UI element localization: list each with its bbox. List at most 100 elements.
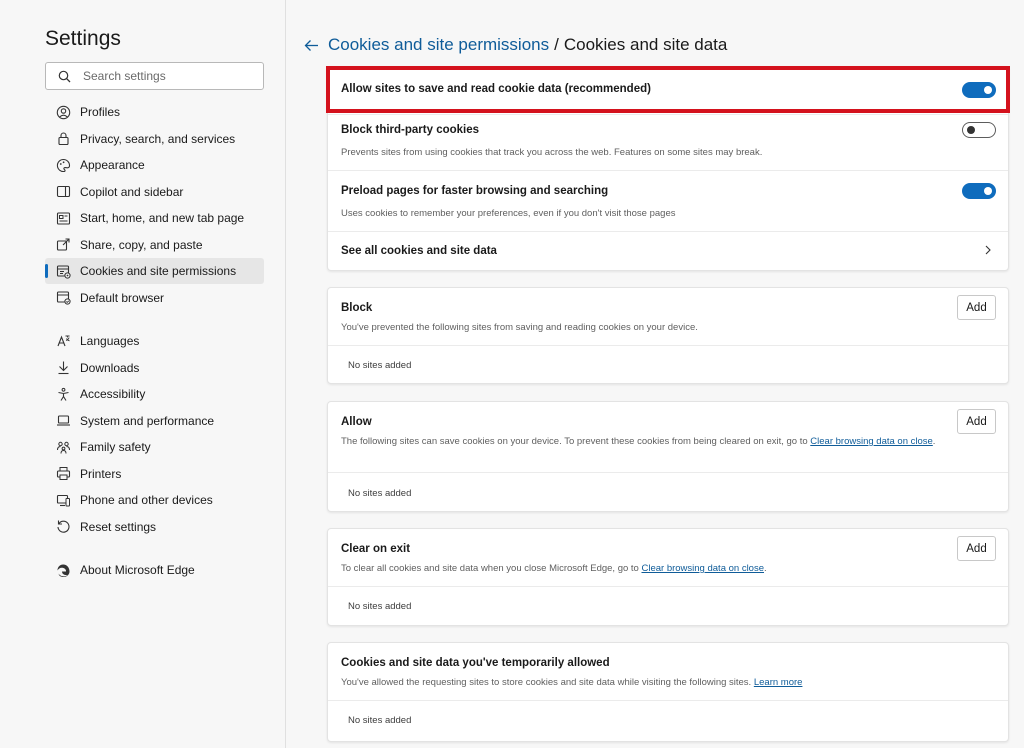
sidebar-item-appearance[interactable]: Appearance <box>45 152 264 178</box>
sidebar-item-label: Default browser <box>80 290 165 305</box>
browser-icon <box>55 290 71 306</box>
block-third-party-description: Prevents sites from using cookies that t… <box>341 147 763 158</box>
clear-on-exit-empty-text: No sites added <box>348 601 412 612</box>
accessibility-icon <box>55 386 71 402</box>
sidebar-item-printers[interactable]: Printers <box>45 461 264 487</box>
allow-description: The following sites can save cookies on … <box>341 435 941 448</box>
allow-description-suffix: . <box>932 436 936 447</box>
lock-icon <box>55 131 71 147</box>
sidebar-item-label: Languages <box>80 334 140 348</box>
divider <box>328 472 1008 473</box>
sidebar-item-label: Family safety <box>80 440 151 454</box>
sidebar-item-downloads[interactable]: Downloads <box>45 355 264 381</box>
sidebar-item-label: Share, copy, and paste <box>80 237 203 252</box>
sidebar-item-label: Accessibility <box>80 387 146 401</box>
clear-on-exit-add-button[interactable]: Add <box>957 536 996 561</box>
sidebar-item-default-browser[interactable]: Default browser <box>45 285 264 311</box>
sidebar-item-privacy[interactable]: Privacy, search, and services <box>45 126 264 152</box>
back-button[interactable] <box>301 35 321 55</box>
sidebar-title: Settings <box>45 27 121 50</box>
allow-cookies-toggle[interactable] <box>962 82 996 98</box>
sidebar-item-label: Copilot and sidebar <box>80 184 184 199</box>
allow-cookies-row: Allow sites to save and read cookie data… <box>328 67 1008 114</box>
sidebar-item-reset[interactable]: Reset settings <box>45 514 264 540</box>
sidebar-item-label: Downloads <box>80 360 140 375</box>
divider <box>328 586 1008 587</box>
sidebar-item-label: Printers <box>80 466 122 481</box>
sidebar-item-share[interactable]: Share, copy, and paste <box>45 232 264 258</box>
page-title: Cookies and site data <box>563 35 728 54</box>
sidebar-icon <box>55 184 71 200</box>
preload-row: Preload pages for faster browsing and se… <box>328 171 1008 231</box>
allow-card: Allow The following sites can save cooki… <box>327 401 1009 512</box>
search-input[interactable] <box>83 69 253 83</box>
sidebar-item-system[interactable]: System and performance <box>45 408 264 434</box>
learn-more-link[interactable]: Learn more <box>754 677 803 688</box>
breadcrumb: Cookies and site permissions / Cookies a… <box>301 34 727 56</box>
temporarily-allowed-empty-text: No sites added <box>348 715 412 726</box>
profile-icon <box>55 104 71 120</box>
sidebar-item-label: Appearance <box>80 158 145 172</box>
main-content: Cookies and site permissions / Cookies a… <box>287 0 1024 748</box>
see-all-cookies-label: See all cookies and site data <box>341 245 497 257</box>
block-description: You've prevented the following sites fro… <box>341 322 698 333</box>
preload-label: Preload pages for faster browsing and se… <box>341 185 609 197</box>
temporarily-allowed-card: Cookies and site data you've temporarily… <box>327 642 1009 742</box>
sidebar-item-accessibility[interactable]: Accessibility <box>45 381 264 407</box>
printer-icon <box>55 466 71 482</box>
temporarily-allowed-description: You've allowed the requesting sites to s… <box>341 676 941 689</box>
sidebar-item-label: Phone and other devices <box>80 493 213 507</box>
clear-on-exit-description: To clear all cookies and site data when … <box>341 562 941 575</box>
sidebar-item-about[interactable]: About Microsoft Edge <box>45 557 264 583</box>
cookie-permissions-icon <box>55 263 71 279</box>
languages-icon <box>55 333 71 349</box>
allow-description-text: The following sites can save cookies on … <box>341 436 811 447</box>
cookie-settings-card: Allow sites to save and read cookie data… <box>327 66 1009 271</box>
share-icon <box>55 237 71 253</box>
breadcrumb-parent-link[interactable]: Cookies and site permissions <box>328 35 549 55</box>
sidebar-item-label: Profiles <box>80 105 121 119</box>
block-add-button[interactable]: Add <box>957 295 996 320</box>
sidebar-item-label: System and performance <box>80 413 215 428</box>
sidebar-item-languages[interactable]: Languages <box>45 328 264 354</box>
palette-icon <box>55 157 71 173</box>
clear-on-exit-title: Clear on exit <box>341 543 411 555</box>
sidebar-item-cookies[interactable]: Cookies and site permissions <box>45 258 264 284</box>
allow-cookies-label: Allow sites to save and read cookie data… <box>341 83 651 95</box>
sidebar-item-phone[interactable]: Phone and other devices <box>45 487 264 513</box>
sidebar-item-copilot[interactable]: Copilot and sidebar <box>45 179 264 205</box>
sidebar-item-start-home[interactable]: Start, home, and new tab page <box>45 205 264 231</box>
see-all-cookies-row[interactable]: See all cookies and site data <box>328 232 1008 270</box>
download-icon <box>55 360 71 376</box>
block-third-party-toggle[interactable] <box>962 122 996 138</box>
block-third-party-label: Block third-party cookies <box>341 124 480 136</box>
sidebar-item-label: Reset settings <box>80 519 157 534</box>
allow-empty-text: No sites added <box>348 488 412 499</box>
allow-clear-browsing-link[interactable]: Clear browsing data on close <box>810 436 933 447</box>
sidebar-item-family[interactable]: Family safety <box>45 434 264 460</box>
allow-add-button[interactable]: Add <box>957 409 996 434</box>
back-arrow-icon <box>304 39 318 51</box>
preload-description: Uses cookies to remember your preference… <box>341 208 676 219</box>
laptop-icon <box>55 413 71 429</box>
sidebar-item-profiles[interactable]: Profiles <box>45 99 264 125</box>
search-icon <box>58 70 71 82</box>
clear-browsing-data-link[interactable]: Clear browsing data on close <box>641 563 764 574</box>
allow-title: Allow <box>341 416 372 428</box>
sidebar-item-label: Privacy, search, and services <box>80 131 236 146</box>
clear-on-exit-card: Clear on exit To clear all cookies and s… <box>327 528 1009 626</box>
block-third-party-row: Block third-party cookies Prevents sites… <box>328 115 1008 171</box>
block-empty-text: No sites added <box>348 360 412 371</box>
edge-logo-icon <box>55 562 71 578</box>
sidebar-item-label: About Microsoft Edge <box>80 563 195 577</box>
preload-toggle[interactable] <box>962 183 996 199</box>
block-card: Block You've prevented the following sit… <box>327 287 1009 384</box>
clear-description-suffix: . <box>764 563 767 574</box>
block-title: Block <box>341 302 373 314</box>
divider <box>328 345 1008 346</box>
chevron-right-icon <box>985 245 991 255</box>
search-box[interactable] <box>45 62 264 90</box>
phone-icon <box>55 492 71 508</box>
breadcrumb-separator: / <box>554 35 559 54</box>
reset-icon <box>55 519 71 535</box>
